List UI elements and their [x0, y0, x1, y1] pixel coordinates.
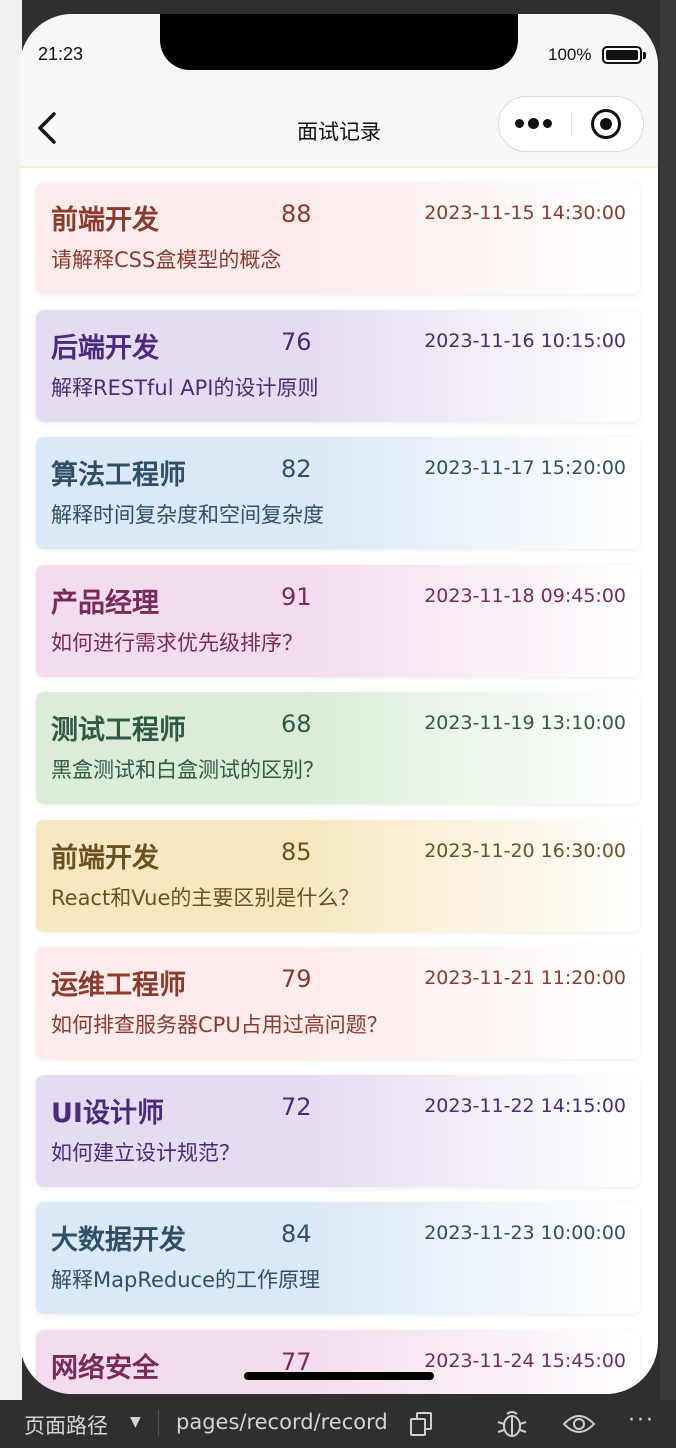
- record-question: 解释RESTful API的设计原则: [51, 375, 319, 400]
- battery-percent: 100%: [548, 45, 592, 64]
- background-editor-strip: [0, 0, 22, 1400]
- record-position: 算法工程师: [51, 460, 186, 491]
- record-date: 2023-11-23 10:00:00: [424, 1222, 626, 1244]
- record-date: 2023-11-20 16:30:00: [424, 839, 626, 862]
- bug-icon[interactable]: [496, 1408, 528, 1440]
- record-position: 大数据开发: [51, 1225, 186, 1256]
- record-date: 2023-11-18 09:45:00: [424, 584, 626, 607]
- record-score: 82: [281, 455, 312, 483]
- record-card[interactable]: 测试工程师 68 2023-11-19 13:10:00 黑盒测试和白盒测试的区别？: [36, 692, 640, 804]
- record-date: 2023-11-16 10:15:00: [424, 329, 626, 352]
- record-card[interactable]: 网络安全 77 2023-11-24 15:45:00: [36, 1329, 640, 1394]
- record-score: 72: [281, 1092, 312, 1121]
- record-card[interactable]: 前端开发 88 2023-11-15 14:30:00 请解释CSS盒模型的概念: [36, 182, 640, 294]
- record-question: 如何排查服务器CPU占用过高问题？: [51, 1013, 388, 1037]
- record-question: 解释MapReduce的工作原理: [51, 1268, 320, 1292]
- capsule-divider: [571, 113, 572, 135]
- page-path-value: pages/record/record: [176, 1410, 388, 1434]
- caret-down-icon[interactable]: ▼: [130, 1414, 141, 1430]
- navigation-bar: 面试记录: [20, 86, 658, 168]
- record-question: 请解释CSS盒模型的概念: [51, 248, 282, 272]
- record-score: 88: [281, 200, 312, 228]
- battery-icon: [602, 46, 646, 64]
- record-card[interactable]: 后端开发 76 2023-11-16 10:15:00 解释RESTful API的设…: [36, 309, 640, 422]
- record-position: 测试工程师: [51, 715, 186, 746]
- record-date: 2023-11-19 13:10:00: [424, 712, 626, 734]
- dot-icon: [528, 118, 539, 129]
- record-score: 84: [281, 1220, 312, 1248]
- record-position: 前端开发: [51, 842, 159, 874]
- record-question: 解释时间复杂度和空间复杂度: [51, 503, 324, 527]
- more-menu-button[interactable]: [499, 97, 571, 150]
- record-question: 如何建立设计规范？: [51, 1140, 240, 1165]
- record-card[interactable]: 大数据开发 84 2023-11-23 10:00:00 解释MapReduce的工作…: [36, 1202, 640, 1314]
- record-score: 91: [281, 582, 312, 611]
- record-date: 2023-11-17 15:20:00: [424, 457, 626, 479]
- record-position: 网络安全: [51, 1352, 159, 1384]
- page-path-dropdown[interactable]: 页面路径: [24, 1410, 108, 1440]
- record-position: 前端开发: [51, 205, 159, 236]
- record-card[interactable]: 前端开发 85 2023-11-20 16:30:00 React和Vue的主要区别是…: [36, 819, 640, 932]
- close-miniprogram-button[interactable]: [591, 109, 621, 139]
- record-list: 前端开发 88 2023-11-15 14:30:00 请解释CSS盒模型的概念后端开…: [36, 182, 640, 1394]
- record-position: UI设计师: [51, 1097, 164, 1129]
- record-date: 2023-11-24 15:45:00: [424, 1349, 626, 1372]
- record-question: 如何进行需求优先级排序？: [51, 630, 303, 655]
- record-score: 76: [281, 327, 312, 356]
- record-position: 产品经理: [51, 587, 159, 619]
- record-card[interactable]: 运维工程师 79 2023-11-21 11:20:00 如何排查服务器CPU占用过高…: [36, 947, 640, 1059]
- eye-icon[interactable]: [562, 1412, 596, 1436]
- record-card[interactable]: UI设计师 72 2023-11-22 14:15:00 如何建立设计规范？: [36, 1074, 640, 1187]
- status-time: 21:23: [38, 44, 84, 64]
- dot-icon: [515, 119, 524, 128]
- toolbar-divider: [158, 1410, 159, 1436]
- notch: [160, 14, 518, 70]
- status-bar: 21:23 100%: [20, 14, 658, 86]
- simulator-frame: [660, 0, 676, 1400]
- copy-icon[interactable]: [410, 1412, 432, 1436]
- record-date: 2023-11-15 14:30:00: [424, 202, 626, 224]
- devtools-toolbar: 页面路径 ▼ pages/record/record ···: [0, 1400, 676, 1448]
- phone-screen: 21:23 100% 面试记录 前端开发 88 2023-11-15 14:30…: [20, 14, 658, 1394]
- miniprogram-capsule: [498, 96, 644, 152]
- record-question: 黑盒测试和白盒测试的区别？: [51, 758, 324, 782]
- record-score: 85: [281, 837, 312, 866]
- record-card[interactable]: 算法工程师 82 2023-11-17 15:20:00 解释时间复杂度和空间复杂度: [36, 437, 640, 549]
- record-date: 2023-11-21 11:20:00: [424, 967, 626, 989]
- record-score: 79: [281, 965, 312, 993]
- record-score: 68: [281, 710, 312, 738]
- dot-icon: [543, 119, 552, 128]
- record-question: React和Vue的主要区别是什么？: [51, 885, 360, 910]
- more-icon[interactable]: ···: [628, 1408, 655, 1433]
- home-indicator: [244, 1372, 434, 1380]
- record-card[interactable]: 产品经理 91 2023-11-18 09:45:00 如何进行需求优先级排序？: [36, 564, 640, 677]
- record-position: 运维工程师: [51, 970, 186, 1001]
- record-date: 2023-11-22 14:15:00: [424, 1094, 626, 1117]
- record-position: 后端开发: [51, 332, 159, 364]
